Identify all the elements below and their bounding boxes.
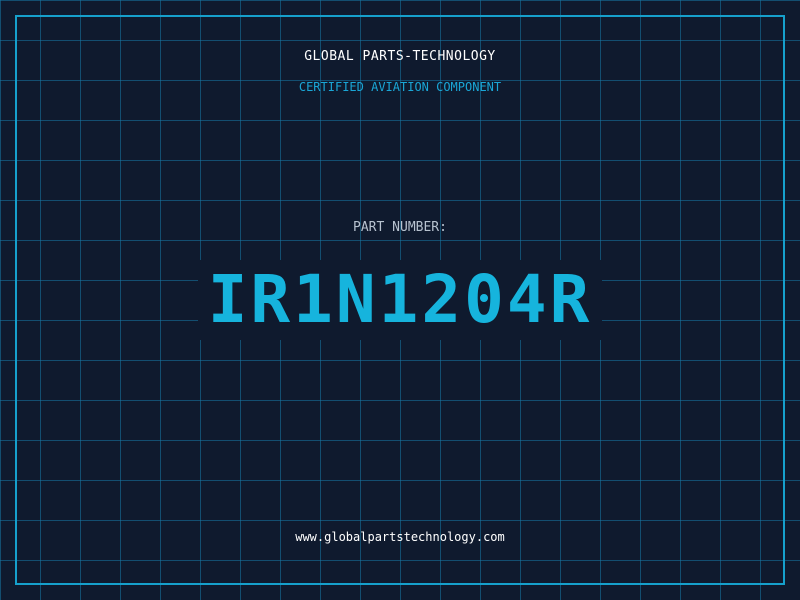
part-label-card: GLOBAL PARTS-TECHNOLOGY CERTIFIED AVIATI… [0,0,800,600]
website-url: www.globalpartstechnology.com [295,530,505,544]
part-number-panel: IR1N1204R [198,260,602,340]
company-name: GLOBAL PARTS-TECHNOLOGY [304,49,496,64]
part-number-label: PART NUMBER: [353,220,447,235]
certification-text: CERTIFIED AVIATION COMPONENT [298,80,502,94]
part-number-value: IR1N1204R [207,261,593,338]
